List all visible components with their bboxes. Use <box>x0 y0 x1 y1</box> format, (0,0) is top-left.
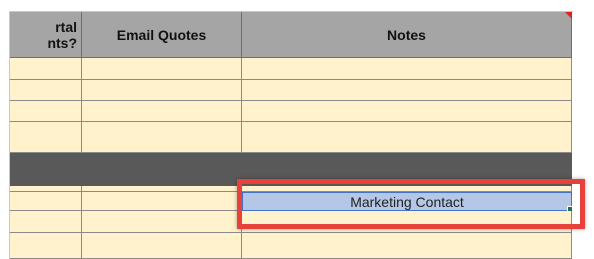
table-cell[interactable] <box>82 211 242 233</box>
table-cell[interactable] <box>10 211 82 233</box>
table-cell[interactable] <box>10 233 82 259</box>
table-cell[interactable] <box>242 233 572 259</box>
column-header-email-quotes[interactable]: Email Quotes <box>82 12 242 58</box>
annotation-highlight-box <box>237 179 585 229</box>
table-cell[interactable] <box>82 58 242 80</box>
table-cell[interactable] <box>82 122 242 153</box>
column-header-portal[interactable]: rtal nts? <box>10 12 82 58</box>
table-cell[interactable] <box>82 101 242 122</box>
table-cell[interactable] <box>10 58 82 80</box>
comment-indicator-icon <box>565 12 572 19</box>
table-cell[interactable] <box>242 58 572 80</box>
table-cell[interactable] <box>242 101 572 122</box>
table-cell[interactable] <box>82 233 242 259</box>
table-cell[interactable] <box>10 101 82 122</box>
table-cell[interactable] <box>242 80 572 101</box>
table-cell[interactable] <box>82 80 242 101</box>
table-cell[interactable] <box>10 122 82 153</box>
table-cell[interactable] <box>10 80 82 101</box>
table-cell[interactable] <box>82 192 242 211</box>
column-header-notes[interactable]: Notes <box>242 12 572 58</box>
table-cell[interactable] <box>242 122 572 153</box>
table-cell[interactable] <box>10 192 82 211</box>
